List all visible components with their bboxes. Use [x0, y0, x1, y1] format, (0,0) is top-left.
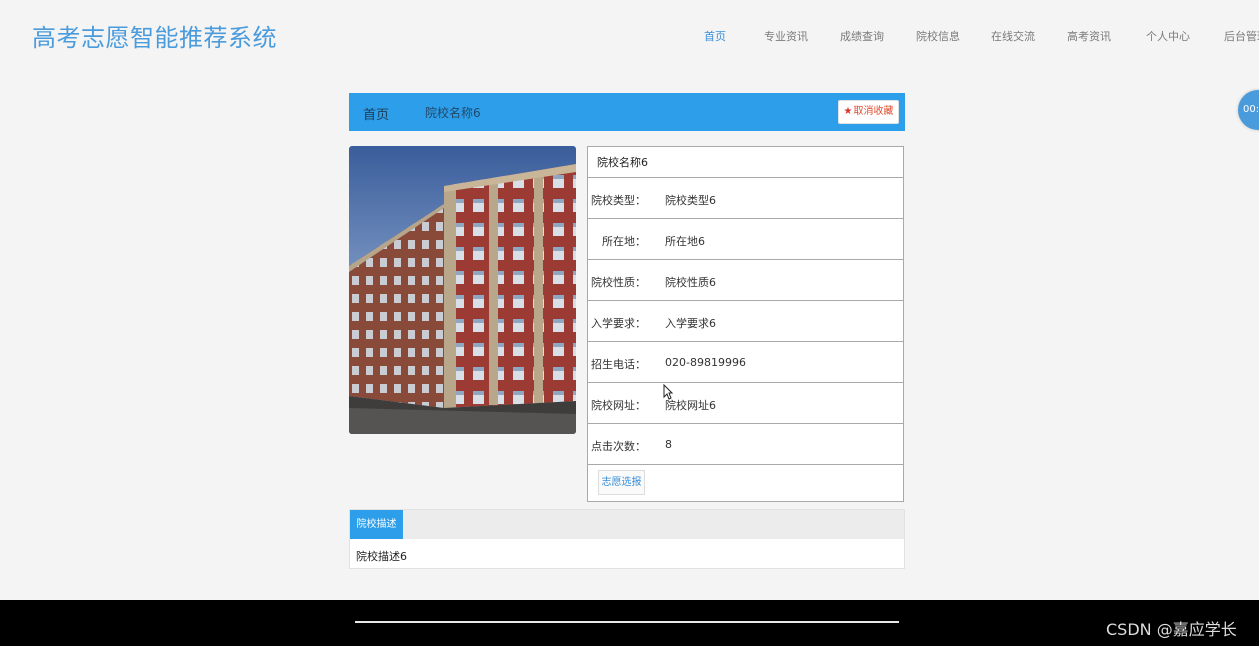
description-tabbar: 院校描述: [350, 510, 904, 539]
star-icon: ★: [843, 106, 853, 117]
field-label: 点击次数：: [591, 440, 646, 453]
breadcrumb: 首页 院校名称6 ★取消收藏: [349, 93, 905, 131]
field-label: 院校性质：: [591, 276, 646, 289]
school-info-table: 院校名称6 院校类型： 院校类型6 所在地： 所在地6 院校性质： 院校性质6 …: [587, 146, 904, 502]
school-photo: [349, 146, 576, 434]
info-row-clicks: 点击次数： 8: [588, 424, 903, 465]
field-label: 招生电话：: [591, 358, 646, 371]
field-label: 所在地：: [602, 235, 646, 248]
field-label: 入学要求：: [591, 317, 646, 330]
watermark: CSDN @嘉应学长: [1106, 620, 1237, 639]
field-label: 院校类型：: [591, 194, 646, 207]
field-value: 院校性质6: [665, 276, 716, 289]
description-panel: 院校描述 院校描述6: [349, 509, 905, 569]
footer-divider: [355, 621, 899, 623]
field-value: 所在地6: [665, 235, 705, 248]
info-row-location: 所在地： 所在地6: [588, 219, 903, 260]
breadcrumb-home[interactable]: 首页: [363, 104, 389, 123]
nav-admin[interactable]: 后台管理: [1224, 28, 1259, 44]
tab-description[interactable]: 院校描述: [350, 510, 403, 539]
field-value: 入学要求6: [665, 317, 716, 330]
unfavorite-label: 取消收藏: [853, 106, 894, 117]
nav-exam-news[interactable]: 高考资讯: [1067, 28, 1111, 44]
field-value: 020-89819996: [665, 356, 746, 369]
nav-school-info[interactable]: 院校信息: [916, 28, 960, 44]
nav-personal-center[interactable]: 个人中心: [1146, 28, 1190, 44]
unfavorite-button[interactable]: ★取消收藏: [838, 100, 899, 124]
field-value: 院校类型6: [665, 194, 716, 207]
nav-home[interactable]: 首页: [704, 28, 726, 44]
footer-bar: CSDN @嘉应学长: [0, 600, 1259, 646]
floating-widget[interactable]: 00:: [1238, 90, 1259, 130]
school-name: 院校名称6: [588, 147, 903, 178]
info-row-website: 院校网址： 院校网址6: [588, 383, 903, 424]
apply-button[interactable]: 志愿选报: [598, 470, 645, 495]
top-header: 高考志愿智能推荐系统 首页 专业资讯 成绩查询 院校信息 在线交流 高考资讯 个…: [0, 0, 1259, 72]
nav-major-news[interactable]: 专业资讯: [764, 28, 808, 44]
field-value: 8: [665, 438, 672, 451]
main-nav: 首页 专业资讯 成绩查询 院校信息 在线交流 高考资讯 个人中心 后台管理: [0, 28, 1259, 44]
info-row-phone: 招生电话： 020-89819996: [588, 342, 903, 383]
field-label: 院校网址：: [591, 399, 646, 412]
mouse-cursor-icon: [663, 383, 674, 404]
nav-score-query[interactable]: 成绩查询: [840, 28, 884, 44]
info-row-requirement: 入学要求： 入学要求6: [588, 301, 903, 342]
info-row-type: 院校类型： 院校类型6: [588, 178, 903, 219]
description-text: 院校描述6: [356, 550, 407, 563]
breadcrumb-current: 院校名称6: [425, 106, 481, 120]
info-row-nature: 院校性质： 院校性质6: [588, 260, 903, 301]
nav-online-chat[interactable]: 在线交流: [991, 28, 1035, 44]
